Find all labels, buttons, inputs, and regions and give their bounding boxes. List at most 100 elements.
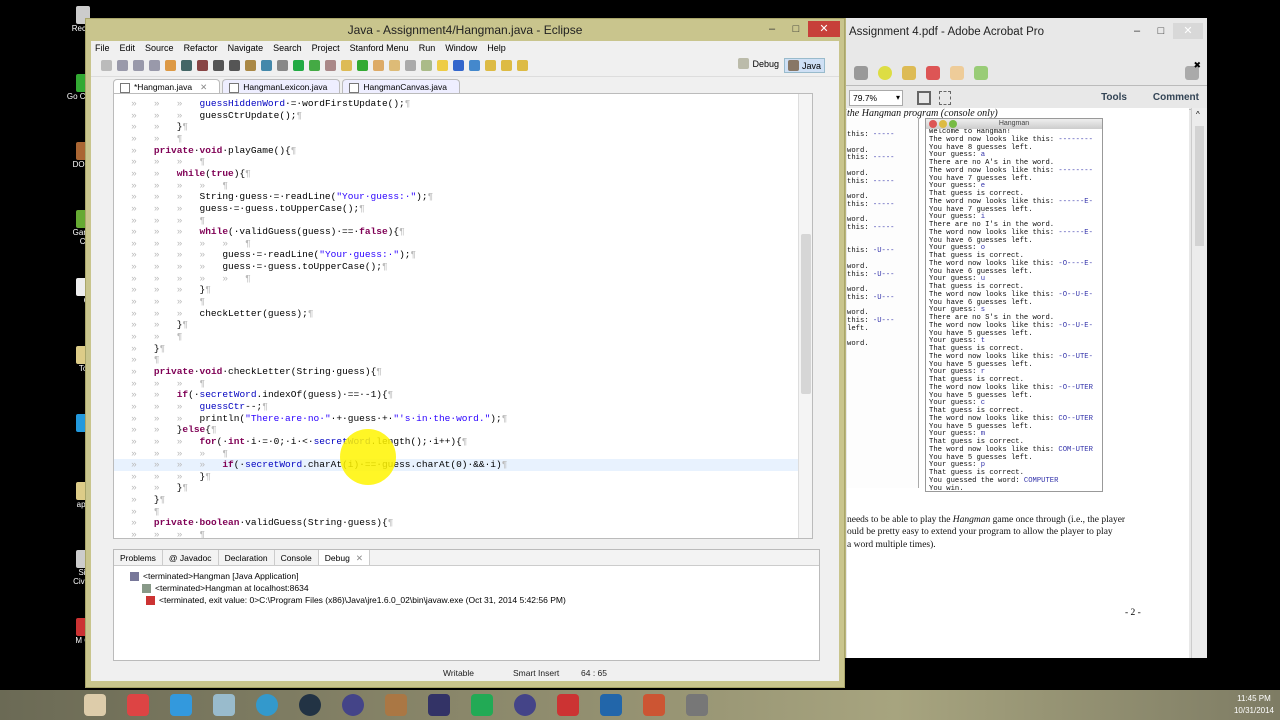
toolbar-button[interactable] xyxy=(373,60,384,71)
perspective-java[interactable]: Java xyxy=(783,58,825,73)
pdf-scrollbar[interactable]: ^ xyxy=(1191,108,1207,658)
close-button[interactable]: ✕ xyxy=(808,21,840,37)
toolbar-button[interactable] xyxy=(501,60,512,71)
toolbar-button[interactable] xyxy=(341,60,352,71)
toolbar-button[interactable] xyxy=(325,60,336,71)
perspective-debug[interactable]: Debug xyxy=(738,58,779,69)
toolbar-button[interactable] xyxy=(165,60,176,71)
indent-markers: » xyxy=(114,365,154,377)
debug-tree-item[interactable]: <terminated>Hangman at localhost:8634 xyxy=(142,582,309,594)
pdf-share-icon[interactable] xyxy=(950,65,964,80)
menu-navigate[interactable]: Navigate xyxy=(228,41,264,55)
eclipse-taskbar-icon[interactable] xyxy=(342,694,364,716)
panel-tab-declaration[interactable]: Declaration xyxy=(219,550,275,565)
toolbar-button[interactable] xyxy=(421,60,432,71)
scrollbar-thumb[interactable] xyxy=(1195,126,1204,246)
menu-window[interactable]: Window xyxy=(445,41,477,55)
steam-taskbar-icon[interactable] xyxy=(299,694,321,716)
menu-project[interactable]: Project xyxy=(312,41,340,55)
internet-explorer-taskbar-icon[interactable] xyxy=(170,694,192,716)
maximize-button[interactable]: □ xyxy=(1149,23,1173,39)
menu-edit[interactable]: Edit xyxy=(120,41,136,55)
comment-button[interactable]: Comment xyxy=(1153,92,1199,103)
menu-stanford-menu[interactable]: Stanford Menu xyxy=(350,41,409,55)
debug-tree-item[interactable]: <terminated>Hangman [Java Application] xyxy=(130,570,298,582)
toolbar-button[interactable] xyxy=(389,60,400,71)
tools-button[interactable]: Tools xyxy=(1101,92,1127,103)
panel-tab-debug[interactable]: Debug ✕ xyxy=(318,550,370,565)
toolbar-button[interactable] xyxy=(149,60,160,71)
toolbar-button[interactable] xyxy=(309,60,320,71)
itunes-taskbar-icon[interactable] xyxy=(256,694,278,716)
code-line: » » » » guess·=·readLine("Your·guess:·")… xyxy=(114,249,804,261)
system-clock[interactable]: 11:45 PM 10/31/2014 xyxy=(1234,693,1274,717)
fit-width-icon[interactable] xyxy=(939,90,951,105)
toolbar-button[interactable] xyxy=(437,60,448,71)
excel-taskbar-icon[interactable] xyxy=(471,694,493,716)
toolbar-button[interactable] xyxy=(469,60,480,71)
toolbar-button[interactable] xyxy=(485,60,496,71)
close-tab-icon[interactable]: ✕ xyxy=(200,82,207,92)
notepad-taskbar-icon[interactable] xyxy=(213,694,235,716)
toolbar-button[interactable] xyxy=(517,60,528,71)
debug-tree-item[interactable]: <terminated, exit value: 0>C:\Program Fi… xyxy=(146,594,566,606)
acrobat-taskbar-icon[interactable] xyxy=(557,694,579,716)
toolbar-button[interactable] xyxy=(405,60,416,71)
menu-source[interactable]: Source xyxy=(145,41,174,55)
menu-run[interactable]: Run xyxy=(419,41,436,55)
toolbar-button[interactable] xyxy=(117,60,128,71)
editor-tab[interactable]: HangmanCanvas.java xyxy=(342,79,460,93)
toolbar-button[interactable] xyxy=(261,60,272,71)
code-editor[interactable]: » » » guessHiddenWord·=·wordFirstUpdate(… xyxy=(113,93,813,539)
menu-search[interactable]: Search xyxy=(273,41,302,55)
close-document-icon[interactable]: ✖ xyxy=(1193,60,1201,71)
pdf-export-icon[interactable] xyxy=(974,65,988,80)
editor-tab[interactable]: *Hangman.java ✕ xyxy=(113,79,221,93)
panel-tab-console[interactable]: Console xyxy=(275,550,319,565)
dosbox-taskbar-icon[interactable] xyxy=(385,694,407,716)
toolbar-button[interactable] xyxy=(181,60,192,71)
code-text: ); xyxy=(490,412,502,424)
pdf-delete-icon[interactable] xyxy=(926,65,940,80)
toolbar-button[interactable] xyxy=(293,60,304,71)
toolbar-button[interactable] xyxy=(277,60,288,71)
toolbar-button[interactable] xyxy=(245,60,256,71)
powerpoint-taskbar-icon[interactable] xyxy=(643,694,665,716)
pilcrow: ¶ xyxy=(404,98,411,109)
toolbar-button[interactable] xyxy=(453,60,464,71)
fit-page-icon[interactable] xyxy=(917,90,931,105)
minimize-button[interactable]: – xyxy=(1125,23,1149,39)
toolbar-button[interactable] xyxy=(357,60,368,71)
menu-help[interactable]: Help xyxy=(487,41,506,55)
scrollbar-thumb[interactable] xyxy=(801,234,811,394)
snipping-tool-taskbar-icon[interactable] xyxy=(686,694,708,716)
chrome-taskbar-icon[interactable] xyxy=(127,694,149,716)
comment-icon[interactable] xyxy=(878,65,892,80)
sign-icon[interactable] xyxy=(902,65,916,80)
settings-icon[interactable] xyxy=(854,65,868,80)
panel-tab-problems[interactable]: Problems xyxy=(114,550,163,565)
file-explorer-taskbar-icon[interactable] xyxy=(84,694,106,716)
menu-file[interactable]: File xyxy=(95,41,110,55)
minimize-button[interactable]: – xyxy=(760,21,784,37)
editor-scrollbar[interactable] xyxy=(798,94,812,538)
zoom-dropdown[interactable]: 79.7% xyxy=(849,89,903,106)
scroll-up-icon[interactable]: ^ xyxy=(1196,110,1200,119)
calculator-taskbar-icon[interactable] xyxy=(428,694,450,716)
menu-refactor[interactable]: Refactor xyxy=(184,41,218,55)
toolbar-button[interactable] xyxy=(133,60,144,71)
toolbar-button[interactable] xyxy=(213,60,224,71)
toolbar-button[interactable] xyxy=(197,60,208,71)
close-button[interactable]: ✕ xyxy=(1173,23,1203,39)
maximize-button[interactable]: □ xyxy=(784,21,808,37)
close-tab-icon[interactable]: ✕ xyxy=(356,553,363,563)
toolbar-button[interactable] xyxy=(101,60,112,71)
panel-tab-javadoc[interactable]: @ Javadoc xyxy=(163,550,219,565)
word-taskbar-icon[interactable] xyxy=(600,694,622,716)
toolbar-button[interactable] xyxy=(229,60,240,71)
process-icon xyxy=(146,596,155,606)
editor-tab[interactable]: HangmanLexicon.java xyxy=(222,79,341,93)
indent-markers: » » » xyxy=(114,202,200,214)
code-line: » private·boolean·validGuess(String·gues… xyxy=(114,517,804,529)
eclipse-2-taskbar-icon[interactable] xyxy=(514,694,536,716)
